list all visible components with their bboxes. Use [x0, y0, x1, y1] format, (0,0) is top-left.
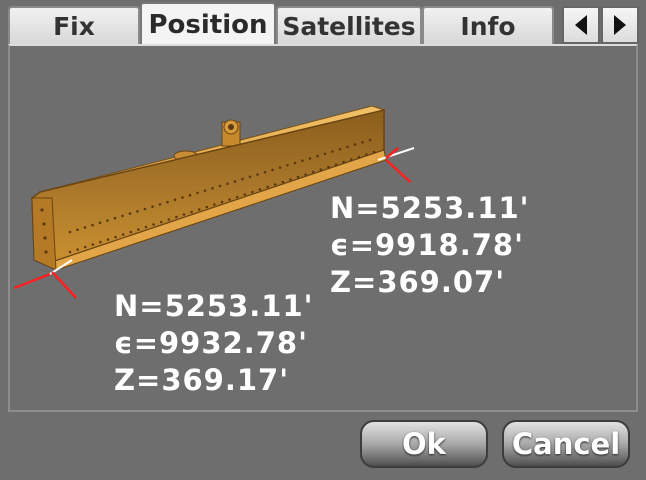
blade-bolt — [338, 147, 342, 151]
blade-bolt — [266, 185, 269, 189]
blade-bolt — [273, 183, 277, 186]
cancel-button[interactable]: Cancel — [502, 420, 630, 468]
blade-bolt — [289, 178, 292, 181]
blade-bolt — [248, 175, 252, 179]
dozer-blade-image — [13, 105, 415, 299]
blade-bolt — [83, 245, 87, 249]
blade-bolt — [167, 218, 171, 221]
blade-bolt — [368, 138, 372, 142]
blade-bolt — [213, 203, 216, 206]
left-tip-readout: N=5253.11' ϵ=9932.78' Z=369.17' — [114, 288, 314, 399]
blade-bolt — [334, 163, 338, 166]
blade-bolt — [190, 210, 193, 214]
blade-bolt — [159, 220, 163, 224]
blade-bolt — [128, 212, 132, 215]
blade-bolt — [263, 170, 267, 174]
cancel-button-label: Cancel — [511, 427, 621, 461]
blade-bolt — [241, 177, 244, 181]
blade-bolt — [220, 200, 224, 204]
ok-button-label: Ok — [402, 427, 446, 461]
blade-bolt — [296, 175, 300, 179]
blade-bolt — [182, 213, 186, 216]
blade-bolt — [346, 145, 349, 149]
right-tip-elevation: Z=369.07' — [330, 265, 506, 299]
blade-bolt — [91, 223, 94, 227]
blade-bolt — [357, 155, 361, 159]
blade-bolt — [188, 193, 192, 197]
blade-bolt — [258, 188, 262, 191]
blade-bolt — [293, 161, 297, 165]
blade-bolt — [316, 154, 319, 158]
blade-bolt — [342, 160, 345, 164]
blade-bolt — [271, 168, 274, 172]
blade-bolt — [175, 215, 178, 219]
blade-bolt — [91, 243, 95, 246]
blade-bolt — [68, 230, 72, 234]
blade-bolt — [152, 223, 155, 226]
blade-bolt — [228, 198, 231, 201]
ok-button[interactable]: Ok — [360, 420, 488, 468]
blade-bolt — [83, 226, 87, 229]
blade-bolt — [304, 173, 307, 176]
blade-bolt — [233, 180, 237, 183]
right-tip-northing: N=5253.11' — [330, 191, 530, 225]
blade-bolt — [353, 143, 357, 146]
blade-bolt — [129, 230, 133, 234]
blade-bolt — [113, 216, 117, 220]
blade-bolt — [197, 208, 201, 211]
blade-bolt — [121, 214, 124, 218]
right-tip-easting: ϵ=9918.78' — [330, 228, 524, 262]
blade-bolt — [281, 180, 285, 184]
blade-bolt — [327, 165, 330, 169]
blade-bolt — [243, 193, 247, 196]
blade-bolt — [301, 159, 304, 162]
blade-bolt — [308, 157, 312, 160]
blade-bolt — [205, 205, 209, 209]
blade-bolt — [137, 228, 140, 231]
blade-bolt — [68, 250, 72, 254]
blade-bolt — [319, 168, 323, 171]
blade-bolt — [361, 141, 364, 144]
blade-bolt — [278, 166, 282, 169]
blade-bolt — [349, 158, 353, 161]
blade-bolt — [98, 221, 102, 225]
blade-bolt — [144, 225, 148, 229]
blade-bolt — [99, 240, 102, 244]
blade-bolt — [365, 153, 368, 156]
blade-bolt — [226, 182, 229, 185]
blade-bolt — [143, 207, 147, 211]
blade-bolt — [76, 228, 79, 231]
blade-bolt — [203, 189, 207, 192]
left-tip-elevation: Z=369.17' — [114, 363, 290, 397]
blade-bolt — [114, 235, 117, 239]
blade-bolt — [286, 164, 289, 167]
blade-bolt — [106, 219, 109, 222]
right-tip-readout: N=5253.11' ϵ=9918.78' Z=369.07' — [330, 190, 530, 301]
blade-bolt — [166, 200, 169, 204]
blade-bolt — [211, 187, 214, 190]
blade-bolt — [181, 196, 184, 199]
left-tip-northing: N=5253.11' — [114, 289, 314, 323]
blade-bolt — [106, 238, 110, 241]
blade-bolt — [218, 184, 222, 188]
blade-bolt — [196, 191, 199, 195]
blade-bolt — [151, 205, 154, 208]
blade-bolt — [158, 203, 162, 206]
left-tip-easting: ϵ=9932.78' — [114, 326, 308, 360]
blade-bolt — [256, 173, 259, 176]
blade-bolt — [372, 150, 376, 154]
blade-bolt — [136, 210, 139, 213]
blade-bolt — [311, 170, 315, 174]
blade-bolt — [76, 248, 79, 251]
blade-bolt — [331, 150, 334, 153]
blade-bolt — [251, 190, 254, 194]
blade-bolt — [235, 195, 239, 199]
blade-bolt — [323, 152, 327, 156]
blade-bolt — [173, 198, 177, 202]
blade-bolt — [121, 233, 125, 236]
